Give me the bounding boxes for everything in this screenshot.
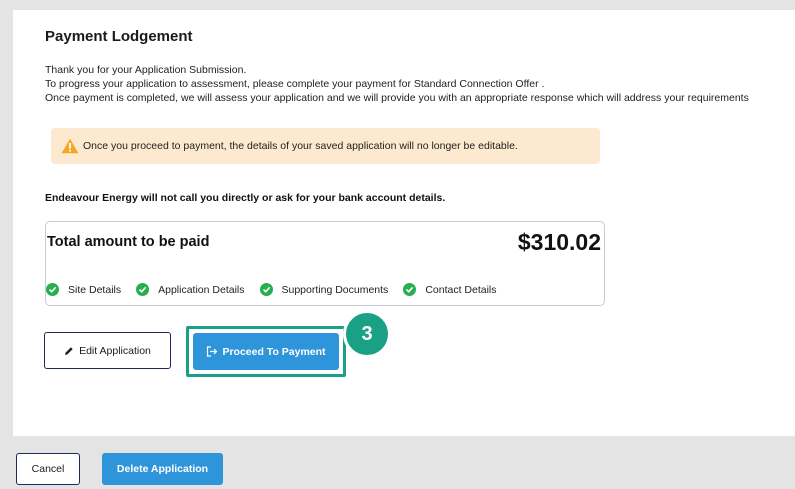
payment-panel: Payment Lodgement Thank you for your App… [13,10,795,436]
payment-summary: Total amount to be paid $310.02 Site Det… [45,221,605,306]
security-notice: Endeavour Energy will not call you direc… [45,192,446,204]
check-circle-icon [46,283,59,296]
step-application-details: Application Details [136,283,245,296]
warning-text: Once you proceed to payment, the details… [83,140,518,152]
completed-steps: Site Details Application Details Support… [46,283,512,296]
proceed-to-payment-button[interactable]: Proceed To Payment [193,333,339,370]
total-label: Total amount to be paid [47,234,210,250]
edit-application-label: Edit Application [79,344,151,357]
step-label: Supporting Documents [281,283,389,296]
pencil-icon [64,346,74,356]
intro-line: Thank you for your Application Submissio… [45,64,247,76]
step-label: Application Details [158,283,245,296]
warning-icon [61,138,79,154]
page-title: Payment Lodgement [45,28,193,45]
step-number-badge: 3 [343,310,391,358]
step-label: Contact Details [425,283,497,296]
step-site-details: Site Details [46,283,121,296]
proceed-to-payment-label: Proceed To Payment [222,345,326,358]
check-circle-icon [136,283,150,296]
check-circle-icon [403,283,417,296]
edit-application-button[interactable]: Edit Application [44,332,171,369]
intro-line: To progress your application to assessme… [45,78,545,90]
intro-line: Once payment is completed, we will asses… [45,92,749,104]
warning-banner: Once you proceed to payment, the details… [51,128,600,164]
check-circle-icon [259,283,273,296]
cancel-button[interactable]: Cancel [16,453,80,485]
step-label: Site Details [68,283,122,296]
total-amount: $310.02 [517,229,601,255]
delete-application-button[interactable]: Delete Application [102,453,223,485]
intro-text: Thank you for your Application Submissio… [45,63,749,105]
step-contact-details: Contact Details [403,283,497,296]
exit-door-icon [206,346,218,357]
step-supporting-documents: Supporting Documents [259,283,389,296]
